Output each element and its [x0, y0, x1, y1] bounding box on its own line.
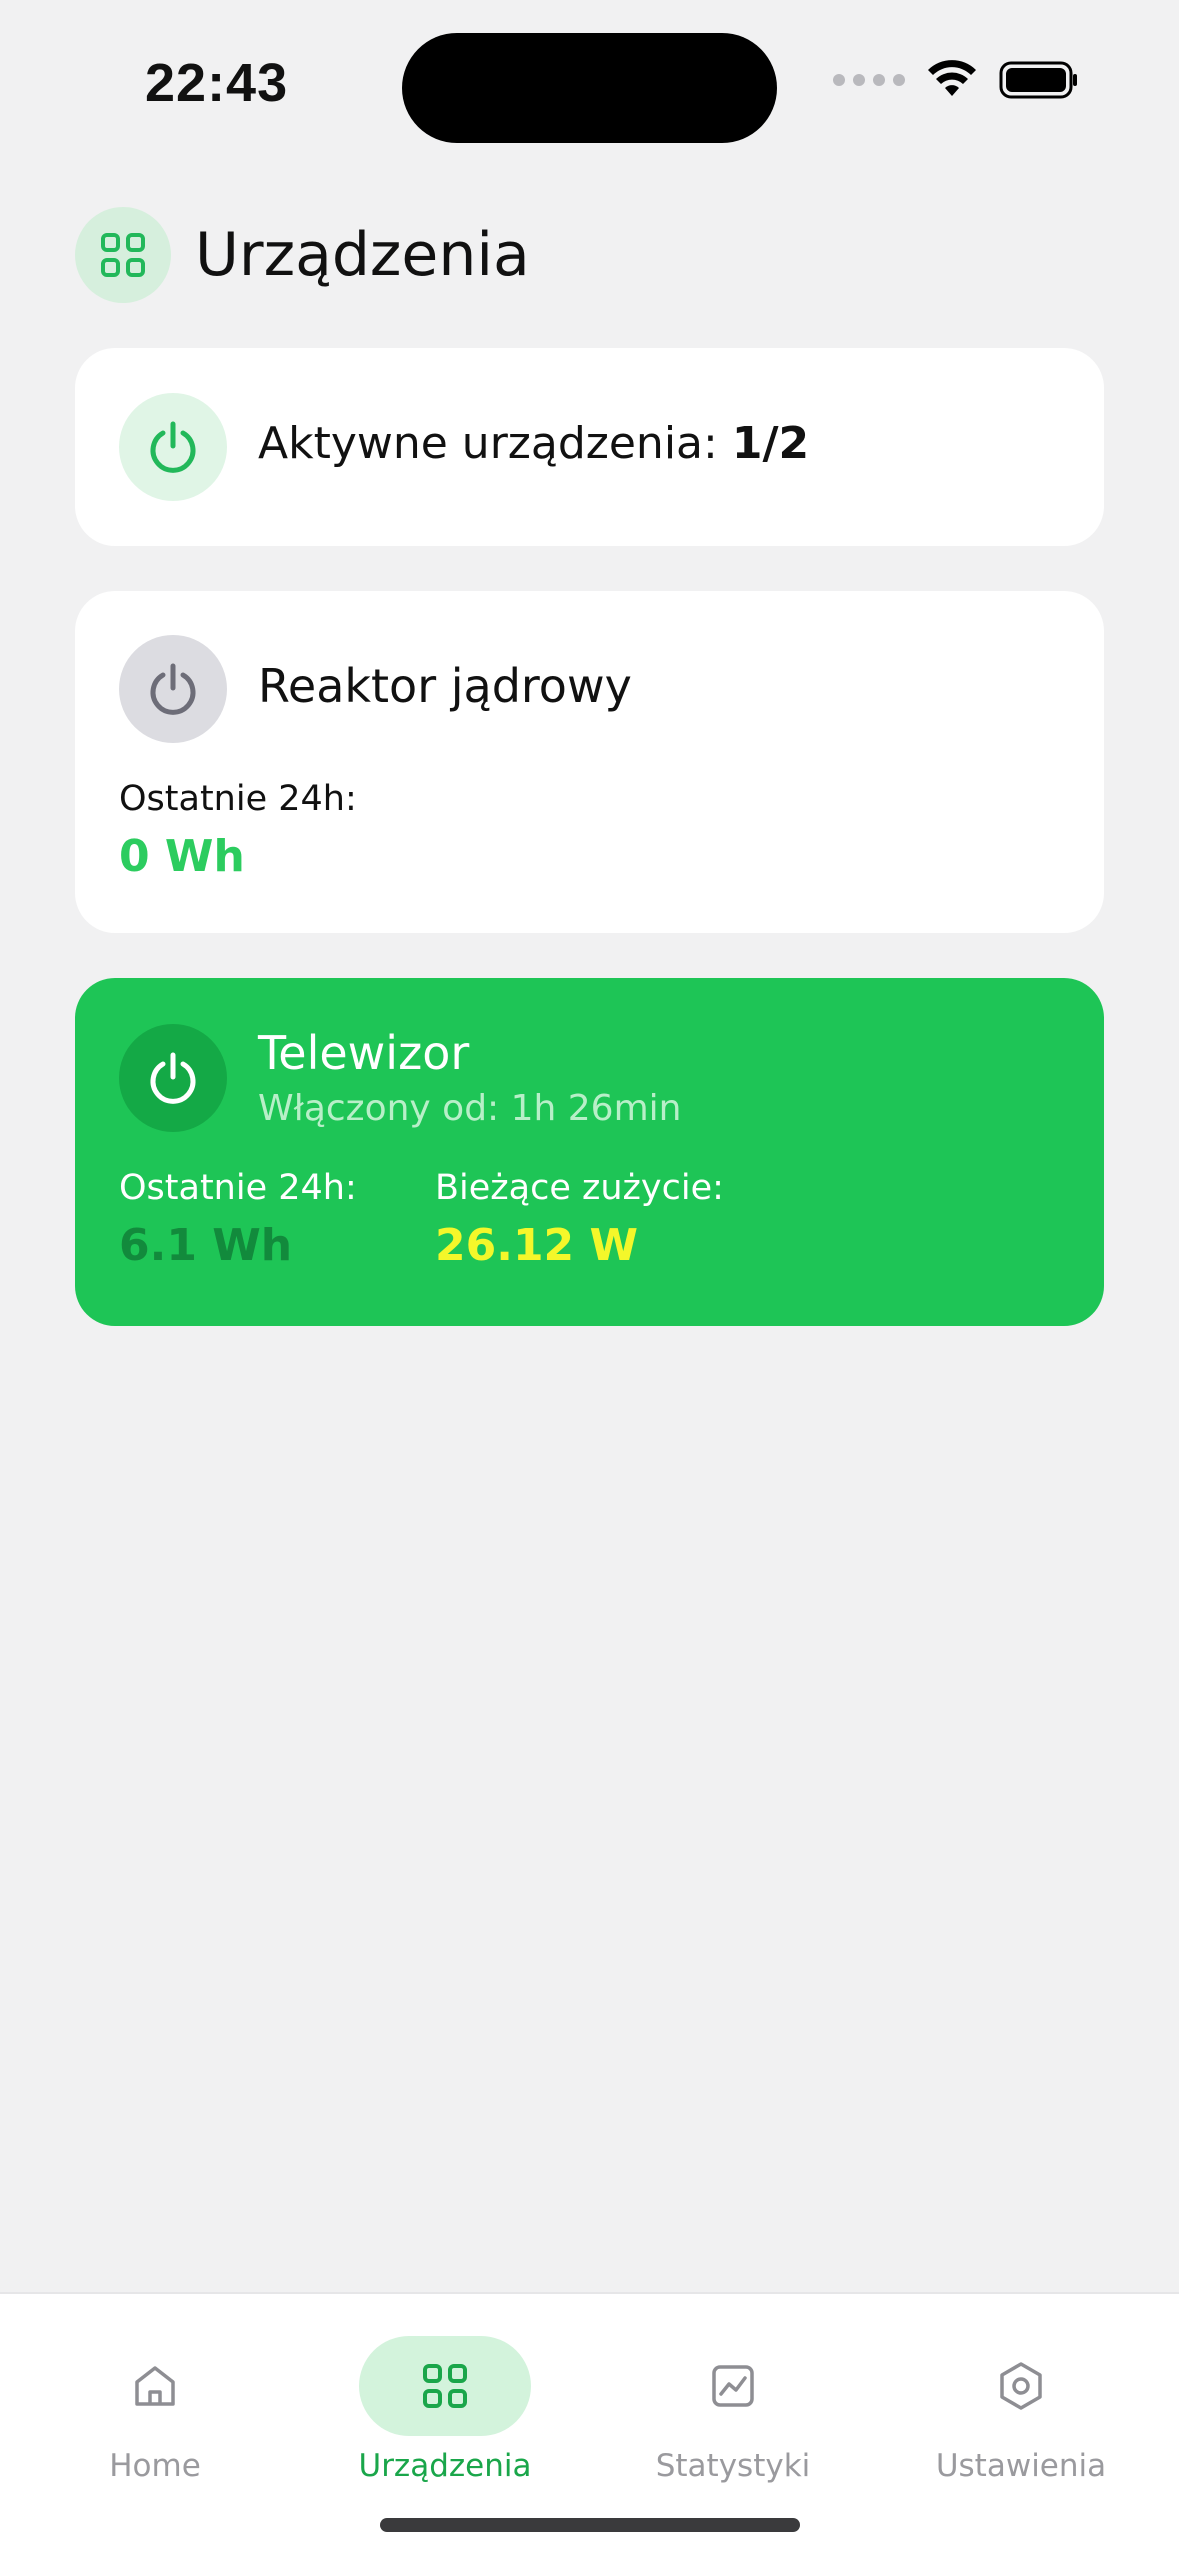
grid-icon: [75, 207, 171, 303]
on-since-text: Włączony od: 1h 26min: [258, 1088, 682, 1129]
power-toggle-icon[interactable]: [119, 1024, 227, 1132]
nav-item-devices[interactable]: Urządzenia: [325, 2314, 565, 2494]
nav-label: Statystyki: [655, 2448, 811, 2484]
last24-label: Ostatnie 24h:: [119, 779, 357, 819]
device-card-reactor[interactable]: Reaktor jądrowy Ostatnie 24h: 0 Wh: [75, 591, 1104, 933]
last24-value: 0 Wh: [119, 831, 245, 882]
home-icon: [69, 2336, 241, 2436]
home-indicator[interactable]: [380, 2518, 800, 2532]
status-time: 22:43: [145, 53, 289, 113]
nav-item-settings[interactable]: Ustawienia: [901, 2314, 1141, 2494]
chart-icon: [647, 2336, 819, 2436]
active-devices-text: Aktywne urządzenia: 1/2: [258, 418, 809, 469]
last24-value: 6.1 Wh: [119, 1220, 293, 1271]
settings-icon: [935, 2336, 1107, 2436]
status-icons: [833, 60, 1079, 100]
cellular-signal-icon: [833, 74, 905, 86]
nav-label: Ustawienia: [935, 2448, 1107, 2484]
device-name: Telewizor: [258, 1026, 470, 1080]
nav-item-statistics[interactable]: Statystyki: [613, 2314, 853, 2494]
page-header: Urządzenia: [75, 207, 530, 303]
page-title: Urządzenia: [195, 220, 530, 290]
dynamic-island: [402, 33, 777, 143]
battery-icon: [999, 61, 1077, 99]
active-devices-count: 1/2: [731, 418, 810, 469]
grid-icon: [359, 2336, 531, 2436]
power-icon: [119, 393, 227, 501]
last24-label: Ostatnie 24h:: [119, 1168, 357, 1208]
active-devices-card: Aktywne urządzenia: 1/2: [75, 348, 1104, 546]
current-usage-value: 26.12 W: [435, 1220, 639, 1271]
wifi-icon: [928, 60, 976, 96]
device-card-tv[interactable]: Telewizor Włączony od: 1h 26min Ostatnie…: [75, 978, 1104, 1326]
current-usage-label: Bieżące zużycie:: [435, 1168, 724, 1208]
nav-label: Urządzenia: [358, 2448, 532, 2484]
devices-screen: 22:43 Urządzenia Aktywne urządzenia: 1/2…: [0, 0, 1179, 2556]
device-name: Reaktor jądrowy: [258, 659, 632, 713]
nav-label: Home: [109, 2448, 201, 2484]
bottom-nav: Home Urządzenia Statystyki Ustawienia: [0, 2292, 1179, 2556]
active-devices-label: Aktywne urządzenia:: [258, 418, 718, 469]
power-toggle-icon[interactable]: [119, 635, 227, 743]
nav-item-home[interactable]: Home: [35, 2314, 275, 2494]
